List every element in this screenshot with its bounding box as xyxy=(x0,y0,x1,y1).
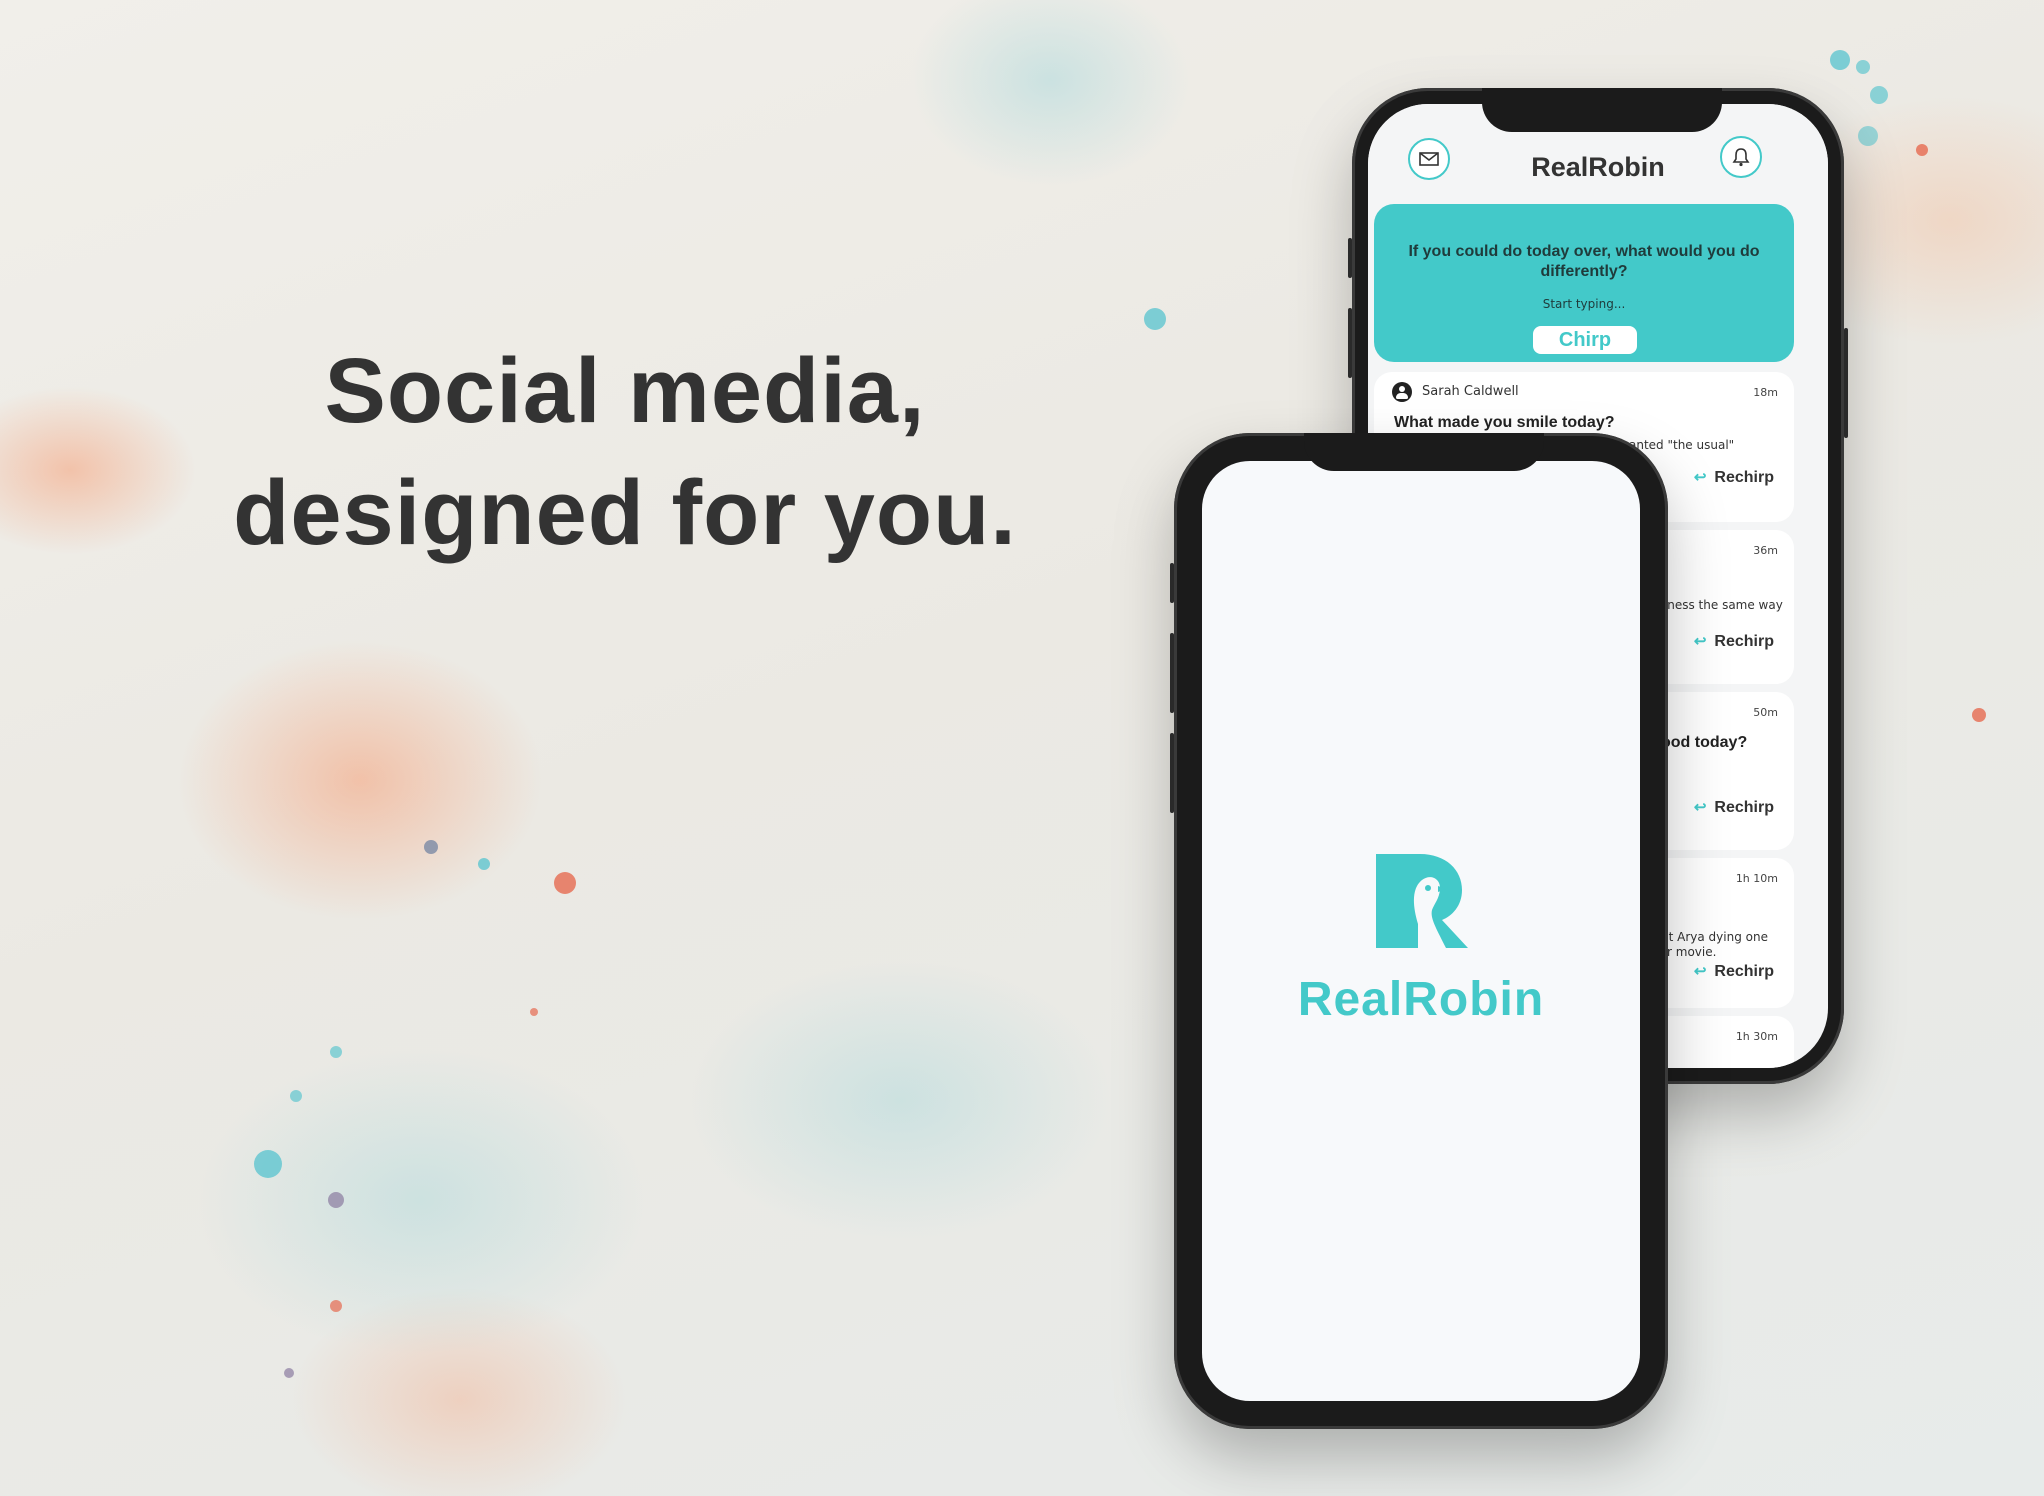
headline-line-1: Social media, xyxy=(324,340,926,442)
post-time: 1h 10m xyxy=(1735,872,1778,885)
logo-wordmark: RealRobin xyxy=(1297,973,1545,1026)
rechirp-button[interactable]: ↩ Rechirp xyxy=(1694,962,1774,981)
paint-dot xyxy=(1870,86,1888,104)
phone-side-button xyxy=(1170,563,1174,603)
paint-dot xyxy=(554,872,576,894)
paint-dot xyxy=(330,1046,342,1058)
rechirp-label: Rechirp xyxy=(1714,633,1774,650)
prompt-input[interactable]: Start typing... xyxy=(1374,297,1794,311)
rechirp-button[interactable]: ↩ Rechirp xyxy=(1694,468,1774,487)
post-question: What made you smile today? xyxy=(1394,414,1615,431)
phone-notch xyxy=(1304,433,1544,471)
paint-dot xyxy=(254,1150,282,1178)
paint-dot xyxy=(330,1300,342,1312)
paint-dot xyxy=(1144,308,1166,330)
bell-icon xyxy=(1732,148,1750,167)
phone-side-button xyxy=(1348,308,1352,378)
phone-side-button xyxy=(1170,633,1174,713)
paint-dot xyxy=(1856,60,1870,74)
user-avatar-icon xyxy=(1392,382,1412,402)
reply-arrow-icon: ↩ xyxy=(1693,799,1707,816)
post-time: 18m xyxy=(1753,386,1778,399)
rechirp-label: Rechirp xyxy=(1714,469,1774,486)
splash-screen: RealRobin xyxy=(1202,461,1640,1401)
post-time: 1h 30m xyxy=(1735,1030,1778,1043)
phone-side-button xyxy=(1170,733,1174,813)
post-question: ood today? xyxy=(1661,734,1748,751)
rechirp-button[interactable]: ↩ Rechirp xyxy=(1694,798,1774,817)
paint-dot xyxy=(478,858,490,870)
paint-dot xyxy=(1830,50,1850,70)
paint-dot xyxy=(290,1090,302,1102)
rechirp-label: Rechirp xyxy=(1714,963,1774,980)
paint-dot xyxy=(1858,126,1878,146)
post-snippet: ut Arya dying one xyxy=(1661,930,1768,944)
post-time: 36m xyxy=(1753,544,1778,557)
paint-dot xyxy=(328,1192,344,1208)
paint-dot xyxy=(1972,708,1986,722)
headline: Social media, designed for you. xyxy=(180,330,1070,574)
rechirp-button[interactable]: ↩ Rechirp xyxy=(1694,632,1774,651)
prompt-card: If you could do today over, what would y… xyxy=(1374,204,1794,362)
reply-arrow-icon: ↩ xyxy=(1693,469,1707,486)
post-snippet: anted "the usual" xyxy=(1629,438,1735,452)
headline-line-2: designed for you. xyxy=(233,462,1017,564)
paint-dot xyxy=(284,1368,294,1378)
post-author: Sarah Caldwell xyxy=(1422,384,1519,399)
post-snippet: r movie. xyxy=(1667,945,1717,959)
notifications-button[interactable] xyxy=(1720,136,1762,178)
paint-dot xyxy=(424,840,438,854)
phone-side-button xyxy=(1348,238,1352,278)
reply-arrow-icon: ↩ xyxy=(1693,963,1707,980)
phone-side-button xyxy=(1844,328,1848,438)
paint-dot xyxy=(1916,144,1928,156)
robin-r-logo-icon xyxy=(1376,854,1468,948)
paint-dot xyxy=(530,1008,538,1016)
post-snippet: sness the same way xyxy=(1661,598,1783,612)
front-phone-mockup: RealRobin xyxy=(1170,433,1668,1429)
phone-notch xyxy=(1482,88,1722,132)
rechirp-label: Rechirp xyxy=(1714,799,1774,816)
prompt-question: If you could do today over, what would y… xyxy=(1408,243,1760,280)
reply-arrow-icon: ↩ xyxy=(1693,633,1707,650)
post-time: 50m xyxy=(1753,706,1778,719)
chirp-button[interactable]: Chirp xyxy=(1533,326,1637,354)
